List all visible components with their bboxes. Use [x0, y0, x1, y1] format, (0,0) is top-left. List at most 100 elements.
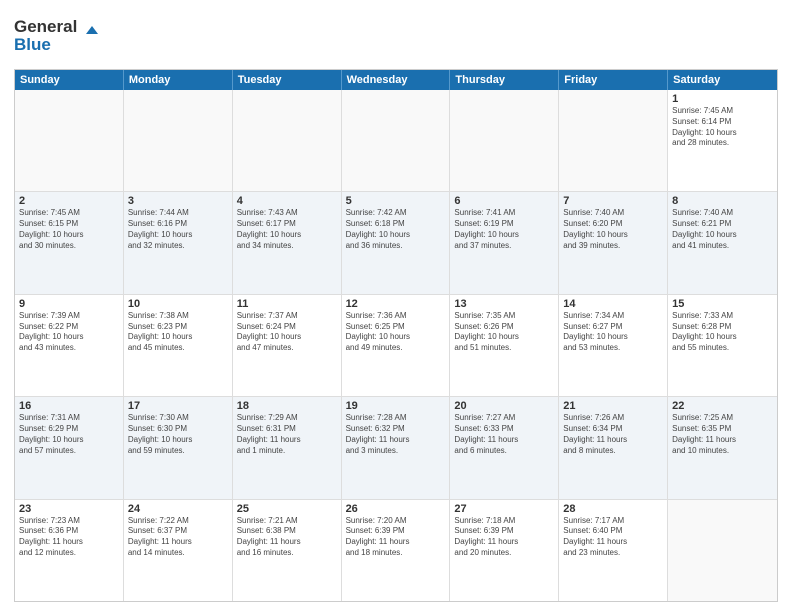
day-info: Sunrise: 7:28 AM Sunset: 6:32 PM Dayligh…: [346, 413, 446, 456]
day-info: Sunrise: 7:43 AM Sunset: 6:17 PM Dayligh…: [237, 208, 337, 251]
calendar-cell: [342, 90, 451, 191]
weekday-header: Saturday: [668, 70, 777, 90]
calendar-row: 16Sunrise: 7:31 AM Sunset: 6:29 PM Dayli…: [15, 397, 777, 499]
day-info: Sunrise: 7:34 AM Sunset: 6:27 PM Dayligh…: [563, 311, 663, 354]
page: General Blue SundayMondayTuesdayWednesda…: [0, 0, 792, 612]
day-info: Sunrise: 7:45 AM Sunset: 6:14 PM Dayligh…: [672, 106, 773, 149]
calendar-cell: 22Sunrise: 7:25 AM Sunset: 6:35 PM Dayli…: [668, 397, 777, 498]
weekday-header: Sunday: [15, 70, 124, 90]
day-number: 20: [454, 400, 554, 412]
calendar-cell: 3Sunrise: 7:44 AM Sunset: 6:16 PM Daylig…: [124, 192, 233, 293]
day-number: 9: [19, 298, 119, 310]
weekday-header: Tuesday: [233, 70, 342, 90]
day-number: 16: [19, 400, 119, 412]
day-number: 6: [454, 195, 554, 207]
weekday-header: Friday: [559, 70, 668, 90]
calendar-cell: 28Sunrise: 7:17 AM Sunset: 6:40 PM Dayli…: [559, 500, 668, 601]
calendar-body: 1Sunrise: 7:45 AM Sunset: 6:14 PM Daylig…: [15, 90, 777, 601]
calendar-cell: [668, 500, 777, 601]
header: General Blue: [14, 10, 778, 63]
calendar-cell: 21Sunrise: 7:26 AM Sunset: 6:34 PM Dayli…: [559, 397, 668, 498]
calendar-cell: 17Sunrise: 7:30 AM Sunset: 6:30 PM Dayli…: [124, 397, 233, 498]
calendar-row: 2Sunrise: 7:45 AM Sunset: 6:15 PM Daylig…: [15, 192, 777, 294]
day-info: Sunrise: 7:17 AM Sunset: 6:40 PM Dayligh…: [563, 516, 663, 559]
day-info: Sunrise: 7:18 AM Sunset: 6:39 PM Dayligh…: [454, 516, 554, 559]
day-number: 7: [563, 195, 663, 207]
day-number: 8: [672, 195, 773, 207]
calendar: SundayMondayTuesdayWednesdayThursdayFrid…: [14, 69, 778, 602]
calendar-cell: 23Sunrise: 7:23 AM Sunset: 6:36 PM Dayli…: [15, 500, 124, 601]
day-number: 10: [128, 298, 228, 310]
calendar-row: 23Sunrise: 7:23 AM Sunset: 6:36 PM Dayli…: [15, 500, 777, 601]
day-number: 12: [346, 298, 446, 310]
day-info: Sunrise: 7:27 AM Sunset: 6:33 PM Dayligh…: [454, 413, 554, 456]
calendar-row: 1Sunrise: 7:45 AM Sunset: 6:14 PM Daylig…: [15, 90, 777, 192]
calendar-cell: 4Sunrise: 7:43 AM Sunset: 6:17 PM Daylig…: [233, 192, 342, 293]
day-number: 13: [454, 298, 554, 310]
calendar-cell: [233, 90, 342, 191]
calendar-cell: 5Sunrise: 7:42 AM Sunset: 6:18 PM Daylig…: [342, 192, 451, 293]
day-info: Sunrise: 7:21 AM Sunset: 6:38 PM Dayligh…: [237, 516, 337, 559]
day-info: Sunrise: 7:40 AM Sunset: 6:20 PM Dayligh…: [563, 208, 663, 251]
calendar-cell: 8Sunrise: 7:40 AM Sunset: 6:21 PM Daylig…: [668, 192, 777, 293]
day-info: Sunrise: 7:38 AM Sunset: 6:23 PM Dayligh…: [128, 311, 228, 354]
calendar-cell: 2Sunrise: 7:45 AM Sunset: 6:15 PM Daylig…: [15, 192, 124, 293]
calendar-cell: 12Sunrise: 7:36 AM Sunset: 6:25 PM Dayli…: [342, 295, 451, 396]
calendar-cell: 14Sunrise: 7:34 AM Sunset: 6:27 PM Dayli…: [559, 295, 668, 396]
calendar-cell: 20Sunrise: 7:27 AM Sunset: 6:33 PM Dayli…: [450, 397, 559, 498]
day-number: 21: [563, 400, 663, 412]
calendar-cell: 1Sunrise: 7:45 AM Sunset: 6:14 PM Daylig…: [668, 90, 777, 191]
day-number: 14: [563, 298, 663, 310]
day-info: Sunrise: 7:22 AM Sunset: 6:37 PM Dayligh…: [128, 516, 228, 559]
calendar-cell: 18Sunrise: 7:29 AM Sunset: 6:31 PM Dayli…: [233, 397, 342, 498]
day-info: Sunrise: 7:44 AM Sunset: 6:16 PM Dayligh…: [128, 208, 228, 251]
day-number: 23: [19, 503, 119, 515]
day-number: 15: [672, 298, 773, 310]
calendar-cell: 27Sunrise: 7:18 AM Sunset: 6:39 PM Dayli…: [450, 500, 559, 601]
day-number: 2: [19, 195, 119, 207]
day-number: 3: [128, 195, 228, 207]
weekday-header: Wednesday: [342, 70, 451, 90]
svg-text:General: General: [14, 17, 77, 36]
day-info: Sunrise: 7:42 AM Sunset: 6:18 PM Dayligh…: [346, 208, 446, 251]
weekday-header: Thursday: [450, 70, 559, 90]
day-number: 11: [237, 298, 337, 310]
calendar-cell: 7Sunrise: 7:40 AM Sunset: 6:20 PM Daylig…: [559, 192, 668, 293]
day-number: 5: [346, 195, 446, 207]
day-number: 17: [128, 400, 228, 412]
day-info: Sunrise: 7:30 AM Sunset: 6:30 PM Dayligh…: [128, 413, 228, 456]
calendar-cell: 15Sunrise: 7:33 AM Sunset: 6:28 PM Dayli…: [668, 295, 777, 396]
day-info: Sunrise: 7:23 AM Sunset: 6:36 PM Dayligh…: [19, 516, 119, 559]
day-number: 25: [237, 503, 337, 515]
calendar-cell: 16Sunrise: 7:31 AM Sunset: 6:29 PM Dayli…: [15, 397, 124, 498]
calendar-cell: 19Sunrise: 7:28 AM Sunset: 6:32 PM Dayli…: [342, 397, 451, 498]
calendar-cell: 26Sunrise: 7:20 AM Sunset: 6:39 PM Dayli…: [342, 500, 451, 601]
day-number: 28: [563, 503, 663, 515]
day-info: Sunrise: 7:25 AM Sunset: 6:35 PM Dayligh…: [672, 413, 773, 456]
calendar-cell: 11Sunrise: 7:37 AM Sunset: 6:24 PM Dayli…: [233, 295, 342, 396]
day-info: Sunrise: 7:40 AM Sunset: 6:21 PM Dayligh…: [672, 208, 773, 251]
calendar-cell: 6Sunrise: 7:41 AM Sunset: 6:19 PM Daylig…: [450, 192, 559, 293]
calendar-cell: 10Sunrise: 7:38 AM Sunset: 6:23 PM Dayli…: [124, 295, 233, 396]
calendar-header: SundayMondayTuesdayWednesdayThursdayFrid…: [15, 70, 777, 90]
calendar-cell: 24Sunrise: 7:22 AM Sunset: 6:37 PM Dayli…: [124, 500, 233, 601]
logo-text: General Blue: [14, 14, 104, 63]
day-number: 4: [237, 195, 337, 207]
day-info: Sunrise: 7:31 AM Sunset: 6:29 PM Dayligh…: [19, 413, 119, 456]
day-info: Sunrise: 7:36 AM Sunset: 6:25 PM Dayligh…: [346, 311, 446, 354]
calendar-cell: [559, 90, 668, 191]
calendar-row: 9Sunrise: 7:39 AM Sunset: 6:22 PM Daylig…: [15, 295, 777, 397]
day-number: 18: [237, 400, 337, 412]
day-info: Sunrise: 7:29 AM Sunset: 6:31 PM Dayligh…: [237, 413, 337, 456]
day-number: 27: [454, 503, 554, 515]
calendar-cell: [124, 90, 233, 191]
calendar-cell: 9Sunrise: 7:39 AM Sunset: 6:22 PM Daylig…: [15, 295, 124, 396]
day-info: Sunrise: 7:37 AM Sunset: 6:24 PM Dayligh…: [237, 311, 337, 354]
day-info: Sunrise: 7:45 AM Sunset: 6:15 PM Dayligh…: [19, 208, 119, 251]
svg-text:Blue: Blue: [14, 35, 51, 54]
calendar-cell: [15, 90, 124, 191]
day-number: 26: [346, 503, 446, 515]
logo: General Blue: [14, 14, 104, 63]
weekday-header: Monday: [124, 70, 233, 90]
calendar-cell: 25Sunrise: 7:21 AM Sunset: 6:38 PM Dayli…: [233, 500, 342, 601]
